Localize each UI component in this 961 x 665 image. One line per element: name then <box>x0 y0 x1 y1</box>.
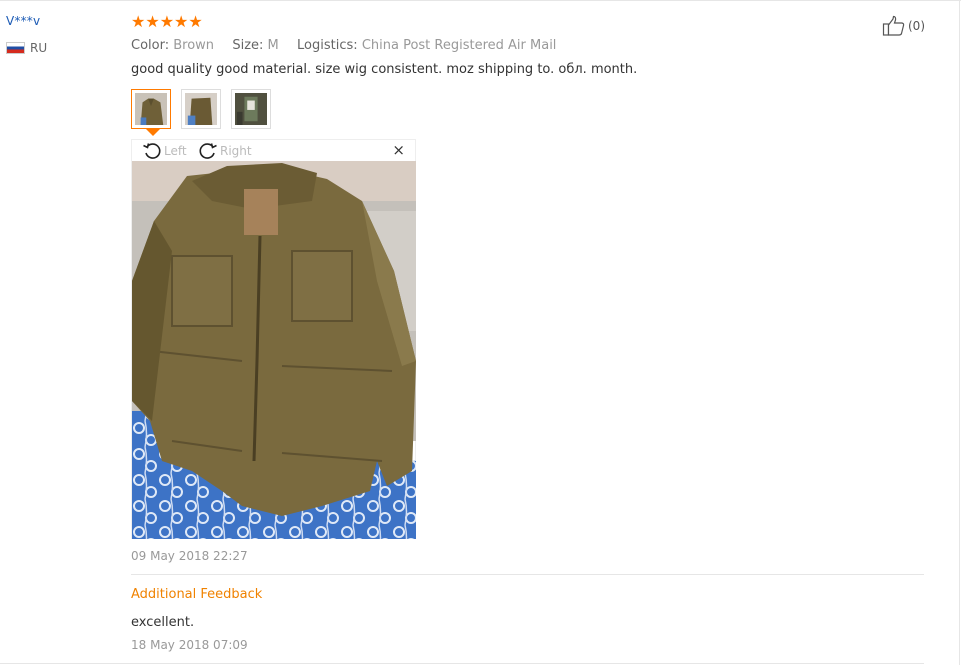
thumbnail-3[interactable] <box>231 89 271 129</box>
color-value: Brown <box>173 38 215 53</box>
reviewer-name[interactable]: V***v <box>6 14 40 28</box>
rotate-left-label: Left <box>164 144 187 158</box>
russia-flag-icon <box>6 42 25 54</box>
reviewer-country: RU <box>6 41 47 55</box>
size-value: M <box>267 38 279 53</box>
rotate-right-button[interactable]: Right <box>198 141 252 161</box>
photo-thumbnails <box>131 89 271 129</box>
star-icon: ★ <box>131 12 146 31</box>
helpful-button[interactable]: (0) <box>882 15 925 37</box>
logistics-label: Logistics: <box>297 38 358 53</box>
order-attributes: Color: Brown Size: M Logistics: China Po… <box>131 38 556 53</box>
star-icon: ★ <box>159 12 175 31</box>
star-icon: ★ <box>145 12 160 31</box>
rotate-right-label: Right <box>220 144 252 158</box>
additional-feedback-text: excellent. <box>131 615 195 630</box>
viewer-toolbar: Left Right × <box>132 140 415 161</box>
helpful-count: (0) <box>908 19 925 33</box>
top-divider <box>0 0 961 1</box>
rotate-left-button[interactable]: Left <box>142 141 187 161</box>
country-code: RU <box>30 41 48 55</box>
jacket-label-thumbnail-image <box>235 93 267 125</box>
jacket-back-thumbnail-image <box>185 93 217 125</box>
additional-feedback-date: 18 May 2018 07:09 <box>131 638 248 652</box>
star-icon: ★ <box>174 12 189 31</box>
review-text: good quality good material. size wig con… <box>131 62 638 77</box>
rotate-right-icon <box>199 143 217 159</box>
color-label: Color: <box>131 38 170 53</box>
review-date: 09 May 2018 22:27 <box>131 549 248 563</box>
right-border <box>959 0 960 665</box>
star-icon: ★ <box>188 12 203 31</box>
rotate-left-icon <box>143 143 161 159</box>
bottom-divider <box>0 663 924 664</box>
active-thumbnail-pointer <box>146 129 160 136</box>
jacket-thumbnail-image <box>135 93 167 125</box>
image-viewer: Left Right × <box>131 139 416 539</box>
additional-feedback-heading: Additional Feedback <box>131 587 263 602</box>
thumbnail-1[interactable] <box>131 89 171 129</box>
close-viewer-button[interactable]: × <box>392 142 405 158</box>
thumbs-up-icon <box>882 15 905 36</box>
thumbnail-2[interactable] <box>181 89 221 129</box>
jacket-photo <box>132 161 416 539</box>
star-rating: ★ ★ ★ ★ ★ <box>131 13 203 31</box>
logistics-value: China Post Registered Air Mail <box>361 38 557 53</box>
size-label: Size: <box>232 38 264 53</box>
feedback-divider <box>131 574 924 575</box>
